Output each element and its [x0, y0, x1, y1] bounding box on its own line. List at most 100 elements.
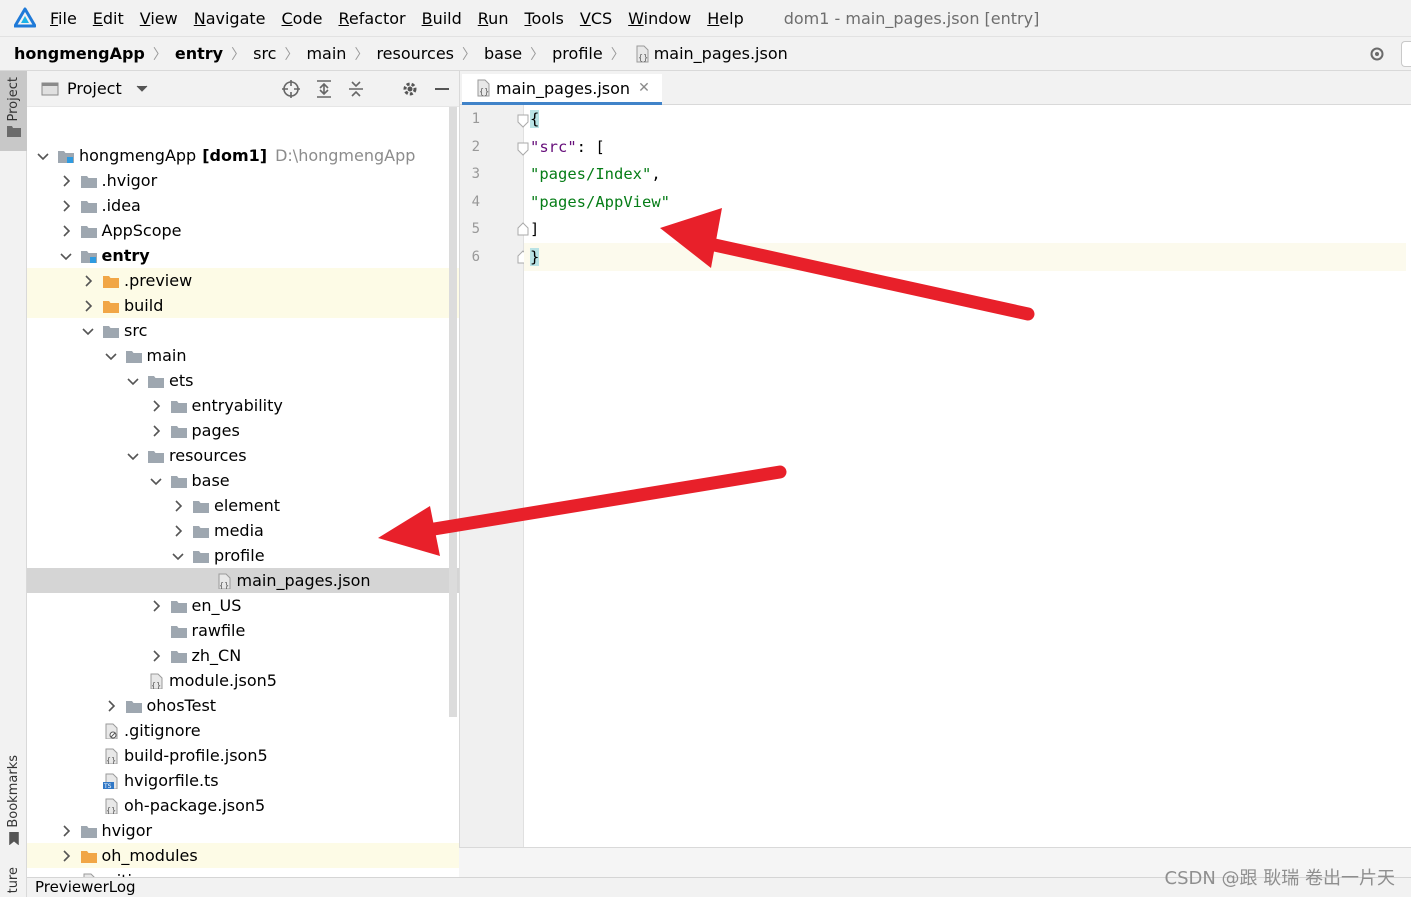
tree-item[interactable]: ohosTest	[27, 693, 459, 718]
breadcrumb-project[interactable]: hongmengApp 〉	[14, 44, 175, 64]
menu-tools[interactable]: Tools	[524, 9, 563, 28]
folder-icon	[125, 350, 142, 363]
minimize-icon[interactable]	[433, 80, 451, 98]
chevron-right-icon[interactable]	[103, 698, 119, 714]
tree-item[interactable]: entryability	[27, 393, 459, 418]
chevron-right-icon[interactable]	[58, 198, 74, 214]
chevron-right-icon[interactable]	[148, 423, 164, 439]
tree-item[interactable]: src	[27, 318, 459, 343]
fold-icon[interactable]	[517, 142, 529, 156]
tree-item[interactable]: base	[27, 468, 459, 493]
tree-item[interactable]: .idea	[27, 193, 459, 218]
breadcrumb-entry[interactable]: entry 〉	[175, 44, 253, 64]
breadcrumb-base[interactable]: base 〉	[484, 44, 552, 64]
chevron-right-icon[interactable]	[58, 848, 74, 864]
chevron-right-icon[interactable]	[80, 273, 96, 289]
chevron-down-icon[interactable]	[170, 548, 186, 564]
menu-window[interactable]: Window	[628, 9, 691, 28]
tree-item[interactable]: en_US	[27, 593, 459, 618]
project-view-label[interactable]: Project	[67, 79, 122, 98]
tree-item[interactable]: {} module.json5	[27, 668, 459, 693]
breadcrumb-profile[interactable]: profile 〉	[552, 44, 633, 64]
window-title: dom1 - main_pages.json [entry]	[783, 8, 1040, 28]
breadcrumb-file[interactable]: {} main_pages.json	[633, 44, 788, 63]
chevron-right-icon[interactable]	[170, 498, 186, 514]
chevron-down-icon[interactable]	[125, 373, 141, 389]
gear-icon[interactable]	[401, 80, 419, 98]
tree-item[interactable]: element	[27, 493, 459, 518]
breadcrumb-resources[interactable]: resources 〉	[376, 44, 484, 64]
code-line: "pages/AppView"	[530, 193, 670, 211]
menu-edit[interactable]: Edit	[93, 9, 124, 28]
close-icon[interactable]: ✕	[638, 80, 650, 96]
locate-icon[interactable]	[281, 79, 301, 99]
chevron-right-icon[interactable]	[148, 648, 164, 664]
tree-item[interactable]: build	[27, 293, 459, 318]
tree-item[interactable]: media	[27, 518, 459, 543]
menu-vcs[interactable]: VCS	[580, 9, 612, 28]
menu-help[interactable]: Help	[707, 9, 743, 28]
tree-item[interactable]: resources	[27, 443, 459, 468]
tree-item[interactable]: {} oh-package.json5	[27, 793, 459, 818]
chevron-right-icon[interactable]	[58, 173, 74, 189]
gear-icon[interactable]	[1369, 46, 1385, 62]
tree-item[interactable]: oh_modules	[27, 843, 459, 868]
tab-main-pages-json[interactable]: {} main_pages.json ✕	[462, 74, 662, 105]
tree-scrollbar[interactable]	[449, 107, 457, 717]
tree-item[interactable]: hvigor	[27, 818, 459, 843]
chevron-down-icon[interactable]	[103, 348, 119, 364]
chevron-right-icon[interactable]	[148, 398, 164, 414]
chevron-right-icon[interactable]	[148, 598, 164, 614]
tree-item[interactable]: ets	[27, 368, 459, 393]
bookmarks-tool-tab[interactable]: Bookmarks	[0, 755, 27, 845]
project-tool-tab[interactable]: Project	[0, 71, 27, 151]
menu-run[interactable]: Run	[478, 9, 509, 28]
chevron-down-icon[interactable]	[125, 448, 141, 464]
tree-item[interactable]: pages	[27, 418, 459, 443]
dropdown-arrow-icon[interactable]	[136, 85, 148, 93]
menu-build[interactable]: Build	[422, 9, 462, 28]
expand-all-icon[interactable]	[315, 79, 333, 99]
tree-item[interactable]: entry	[27, 243, 459, 268]
tree-item[interactable]: zh_CN	[27, 643, 459, 668]
tree-root-project[interactable]: hongmengApp [dom1] D:\hongmengApp	[27, 143, 459, 168]
chevron-right-icon[interactable]	[58, 223, 74, 239]
tree-item-label: rawfile	[191, 621, 246, 640]
tree-item-label: module.json5	[169, 671, 277, 690]
chevron-right-icon[interactable]	[80, 298, 96, 314]
chevron-right-icon[interactable]	[58, 823, 74, 839]
fold-end-icon[interactable]	[517, 222, 529, 236]
tree-item-selected[interactable]: {} main_pages.json	[27, 568, 459, 593]
folder-icon	[170, 475, 187, 488]
fold-icon[interactable]	[517, 114, 529, 128]
menu-view[interactable]: View	[140, 9, 178, 28]
chevron-right-icon[interactable]	[170, 523, 186, 539]
scrollbar-thumb[interactable]	[449, 107, 457, 717]
code-editor[interactable]: 1 2 3 4 5 6 { "src": [ "pages/Index", "p…	[459, 105, 1411, 847]
chevron-down-icon[interactable]	[80, 323, 96, 339]
previewer-log-tab[interactable]: PreviewerLog	[35, 878, 136, 896]
tree-item[interactable]: {} build-profile.json5	[27, 743, 459, 768]
menu-file[interactable]: File	[50, 9, 77, 28]
tree-item[interactable]: AppScope	[27, 218, 459, 243]
menu-navigate[interactable]: Navigate	[194, 9, 266, 28]
menu-refactor[interactable]: Refactor	[338, 9, 405, 28]
svg-text:{}: {}	[151, 681, 161, 689]
line-number: 5	[471, 221, 480, 237]
breadcrumb-src[interactable]: src 〉	[253, 44, 306, 64]
tree-item[interactable]: .preview	[27, 268, 459, 293]
chevron-down-icon[interactable]	[35, 148, 51, 164]
tree-item[interactable]: profile	[27, 543, 459, 568]
tree-item[interactable]: .gitignore	[27, 718, 459, 743]
structure-tool-tab[interactable]: ture	[0, 867, 27, 897]
tree-item[interactable]: .hvigor	[27, 168, 459, 193]
tree-item[interactable]: rawfile	[27, 618, 459, 643]
chevron-down-icon[interactable]	[58, 248, 74, 264]
collapse-all-icon[interactable]	[347, 79, 365, 99]
tree-item[interactable]: TS hvigorfile.ts	[27, 768, 459, 793]
tree-item-label: .gitignore	[124, 721, 201, 740]
tree-item[interactable]: main	[27, 343, 459, 368]
chevron-down-icon[interactable]	[148, 473, 164, 489]
menu-code[interactable]: Code	[282, 9, 323, 28]
breadcrumb-main[interactable]: main 〉	[306, 44, 376, 64]
